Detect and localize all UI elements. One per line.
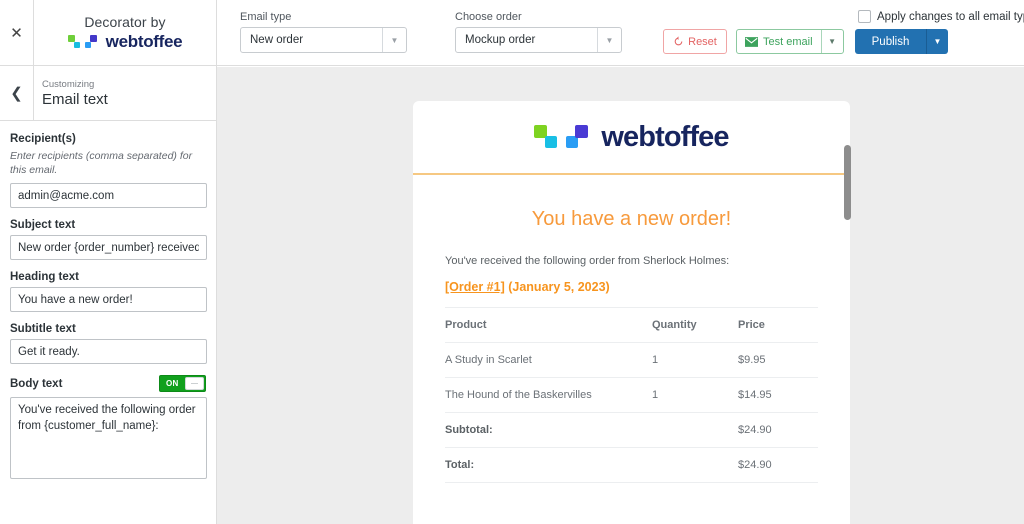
reset-label: Reset <box>688 35 717 48</box>
order-table: Product Quantity Price A Study in Scarle… <box>445 307 818 483</box>
publish-button[interactable]: Publish ▼ <box>855 29 948 54</box>
sidebar-header: ✕ Decorator by webtoffee <box>0 0 216 66</box>
close-icon[interactable]: ✕ <box>0 0 34 66</box>
summary-row-total: Total: $24.90 <box>445 447 818 483</box>
email-brand-wordmark: webtoffee <box>601 120 729 153</box>
preview-scrollbar[interactable] <box>844 145 851 220</box>
webtoffee-squares-icon <box>534 123 592 151</box>
test-email-label: Test email <box>763 35 813 48</box>
panel-titles: Customizing Email text <box>34 79 108 108</box>
email-intro-text: You've received the following order from… <box>445 255 730 267</box>
customizer-topbar: Email type New order ▼ Choose order Mock… <box>217 0 1024 66</box>
email-body: You've received the following order from… <box>413 255 850 483</box>
cell-product: A Study in Scarlet <box>445 342 652 378</box>
chevron-down-icon[interactable]: ▼ <box>926 29 948 54</box>
customizer-sidebar: ✕ Decorator by webtoffee ❮ Customizing E… <box>0 0 217 524</box>
test-email-main[interactable]: Test email <box>737 30 821 53</box>
preview-canvas: webtoffee You have a new order! You've r… <box>217 67 1024 524</box>
email-type-field: Email type New order ▼ <box>240 11 407 53</box>
field-recipients: Recipient(s) Enter recipients (comma sep… <box>10 133 207 209</box>
field-heading: Heading text <box>10 271 207 313</box>
table-header-row: Product Quantity Price <box>445 307 818 343</box>
field-subtitle: Subtitle text <box>10 323 207 365</box>
column-header-product: Product <box>445 307 652 343</box>
order-date: (January 5, 2023) <box>508 280 610 294</box>
choose-order-field: Choose order Mockup order ▼ <box>455 11 622 53</box>
brand-wordmark: webtoffee <box>105 31 183 51</box>
order-line: [Order #1] (January 5, 2023) <box>445 280 818 294</box>
sidebar-panel-header: ❮ Customizing Email text <box>0 65 216 121</box>
choose-order-value: Mockup order <box>465 34 536 46</box>
sidebar-fields: Recipient(s) Enter recipients (comma sep… <box>0 121 216 484</box>
choose-order-label: Choose order <box>455 11 522 23</box>
total-label: Total: <box>445 447 652 483</box>
subtotal-label: Subtotal: <box>445 412 652 448</box>
total-spacer <box>652 447 738 483</box>
email-type-label: Email type <box>240 11 292 23</box>
webtoffee-logo: webtoffee <box>67 31 183 52</box>
body-label: Body text <box>10 377 63 390</box>
publish-label: Publish <box>871 35 910 48</box>
toggle-state-label: ON <box>166 379 179 389</box>
field-body: Body text ON — <box>10 375 207 484</box>
order-link[interactable]: [Order #1] <box>445 280 505 294</box>
cell-price: $14.95 <box>738 377 818 413</box>
email-type-select[interactable]: New order ▼ <box>240 27 407 53</box>
choose-order-select[interactable]: Mockup order ▼ <box>455 27 622 53</box>
subtotal-spacer <box>652 412 738 448</box>
page-title: Email text <box>42 90 108 108</box>
cell-quantity: 1 <box>652 342 738 378</box>
email-preview-card: webtoffee You have a new order! You've r… <box>413 101 850 524</box>
email-brand-logo: webtoffee <box>534 120 730 154</box>
envelope-icon <box>745 36 758 47</box>
column-header-price: Price <box>738 307 818 343</box>
customizing-label: Customizing <box>42 78 95 90</box>
apply-all-checkbox[interactable] <box>858 10 871 23</box>
test-email-button[interactable]: Test email ▼ <box>736 29 844 54</box>
toggle-knob: — <box>185 377 204 391</box>
email-header: webtoffee <box>413 101 850 175</box>
apply-all-checkbox-row[interactable]: Apply changes to all email type <box>858 10 1024 23</box>
field-subject: Subject text <box>10 219 207 261</box>
webtoffee-squares-icon <box>67 34 102 50</box>
chevron-down-icon[interactable]: ▼ <box>820 30 843 53</box>
apply-all-label: Apply changes to all email type <box>877 10 1024 23</box>
subtitle-label: Subtitle text <box>10 323 76 336</box>
cell-price: $9.95 <box>738 342 818 378</box>
email-type-value: New order <box>250 34 304 46</box>
brand-block: Decorator by webtoffee <box>34 14 216 52</box>
table-row: A Study in Scarlet 1 $9.95 <box>445 342 818 378</box>
chevron-down-icon[interactable]: ▼ <box>597 28 621 52</box>
subtitle-input[interactable] <box>10 339 207 365</box>
body-text-toggle[interactable]: ON — <box>159 375 206 393</box>
cell-quantity: 1 <box>652 377 738 413</box>
reset-arrow-icon <box>674 36 683 46</box>
email-customizer-app: ✕ Decorator by webtoffee ❮ Customizing E… <box>0 0 1024 524</box>
chevron-left-icon[interactable]: ❮ <box>0 65 34 121</box>
table-row: The Hound of the Baskervilles 1 $14.95 <box>445 377 818 413</box>
recipients-label: Recipient(s) <box>10 133 76 145</box>
recipients-input[interactable] <box>10 183 207 209</box>
heading-input[interactable] <box>10 287 207 313</box>
subject-input[interactable] <box>10 235 207 261</box>
column-header-quantity: Quantity <box>652 307 738 343</box>
subject-label: Subject text <box>10 219 76 232</box>
subtotal-value: $24.90 <box>738 412 818 448</box>
chevron-down-icon[interactable]: ▼ <box>382 28 406 52</box>
reset-button[interactable]: Reset <box>663 29 727 54</box>
publish-main[interactable]: Publish <box>855 29 926 54</box>
brand-tagline: Decorator by <box>84 13 166 30</box>
body-label-row: Body text ON — <box>10 375 206 393</box>
summary-row-subtotal: Subtotal: $24.90 <box>445 412 818 448</box>
recipients-help: Enter recipients (comma separated) for t… <box>10 150 193 177</box>
email-heading-text: You have a new order! <box>531 208 732 230</box>
total-value: $24.90 <box>738 447 818 483</box>
body-textarea[interactable] <box>10 397 207 480</box>
cell-product: The Hound of the Baskervilles <box>445 377 652 413</box>
heading-label: Heading text <box>10 271 80 284</box>
